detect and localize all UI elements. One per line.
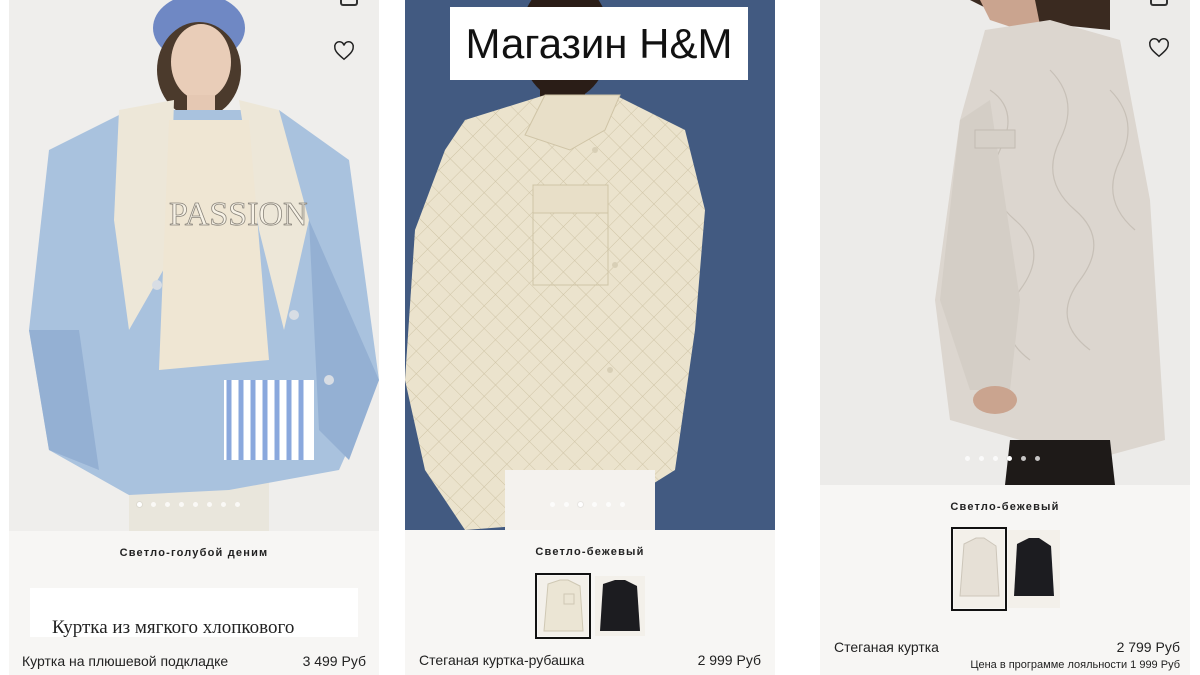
carousel-dot[interactable] (564, 502, 569, 507)
beige-jacket-thumbnail (538, 576, 588, 636)
carousel-dot[interactable] (620, 502, 625, 507)
product-price: 2 999 Руб (697, 652, 761, 668)
carousel-dot[interactable] (179, 502, 184, 507)
carousel-dot[interactable] (207, 502, 212, 507)
favorite-heart-icon[interactable] (1148, 37, 1170, 59)
color-swatch-light-beige[interactable] (951, 527, 1007, 611)
bag-icon[interactable] (340, 0, 358, 6)
banner-title: Магазин H&M (465, 19, 733, 67)
black-jacket-thumbnail (1008, 530, 1060, 608)
product-price: 2 799 Руб (1116, 639, 1180, 655)
color-swatch-black[interactable] (595, 576, 645, 636)
carousel-dot[interactable] (606, 502, 611, 507)
carousel-dot[interactable] (165, 502, 170, 507)
carousel-dot[interactable] (550, 502, 555, 507)
carousel-dot[interactable] (193, 502, 198, 507)
product-card-1[interactable]: PASSION Светло-голубой деним Куртка из м… (9, 0, 379, 675)
color-name: Светло-бежевый (950, 501, 1060, 513)
product-price: 3 499 Руб (302, 653, 366, 669)
color-swatch-light-beige[interactable] (535, 573, 591, 639)
carousel-dot[interactable] (965, 456, 970, 461)
color-name: Светло-голубой деним (119, 547, 269, 559)
carousel-dot[interactable] (151, 502, 156, 507)
product-card-2[interactable]: Светло-бежевый Стеганая куртка-рубашка 2… (405, 0, 775, 675)
description-popup: Куртка из мягкого хлопкового (30, 588, 358, 638)
carousel-dot[interactable] (979, 456, 984, 461)
black-jacket-thumbnail (595, 576, 645, 636)
product-name[interactable]: Куртка на плюшевой подкладке (22, 653, 228, 669)
title-banner: Магазин H&M (450, 7, 748, 80)
product-photo-3[interactable] (820, 0, 1190, 485)
carousel-dots[interactable] (550, 502, 625, 507)
description-popup-text: Куртка из мягкого хлопкового (52, 617, 295, 638)
carousel-dot[interactable] (592, 502, 597, 507)
carousel-dot[interactable] (221, 502, 226, 507)
favorite-heart-icon[interactable] (333, 40, 355, 62)
carousel-dot[interactable] (1035, 456, 1040, 461)
carousel-dot[interactable] (578, 502, 583, 507)
product-photo-1[interactable]: PASSION (9, 0, 379, 531)
color-name: Светло-бежевый (535, 546, 645, 558)
carousel-dot[interactable] (993, 456, 998, 461)
bag-icon[interactable] (1150, 0, 1168, 6)
carousel-dot[interactable] (1021, 456, 1026, 461)
carousel-dot[interactable] (235, 502, 240, 507)
quilted-jacket-photo (820, 0, 1190, 485)
denim-jacket-photo: PASSION (9, 0, 379, 531)
beige-jacket-thumbnail (954, 530, 1004, 608)
carousel-dots[interactable] (137, 502, 240, 507)
carousel-dot[interactable] (1007, 456, 1012, 461)
loyalty-price: Цена в программе лояльности 1 999 Руб (970, 659, 1180, 671)
carousel-dots[interactable] (965, 456, 1040, 461)
product-card-3[interactable]: Светло-бежевый Стеганая куртка 2 799 Руб… (820, 0, 1190, 675)
product-name[interactable]: Стеганая куртка-рубашка (419, 652, 584, 668)
carousel-dot[interactable] (137, 502, 142, 507)
product-name[interactable]: Стеганая куртка (834, 639, 939, 655)
svg-text:PASSION: PASSION (169, 196, 308, 233)
color-swatch-black[interactable] (1008, 530, 1060, 608)
